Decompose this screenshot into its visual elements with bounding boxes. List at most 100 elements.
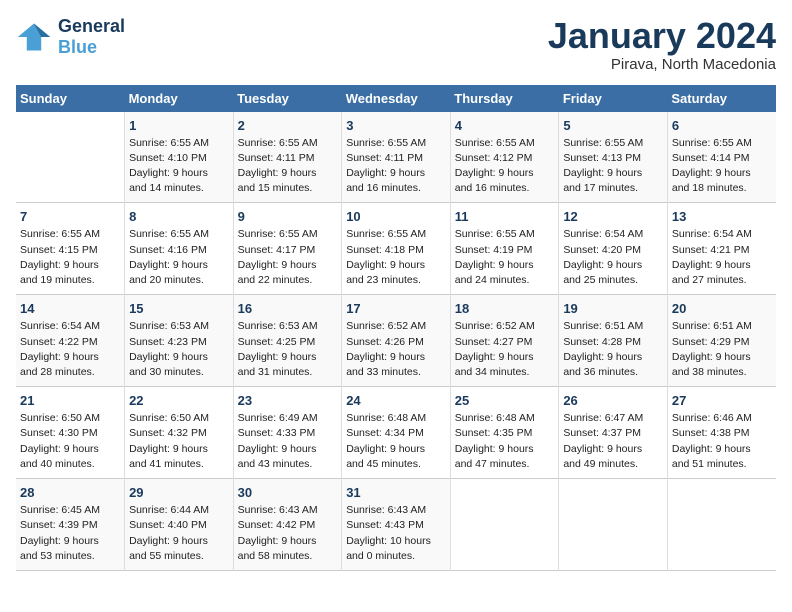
day-number: 7 bbox=[20, 209, 120, 224]
week-row-3: 14Sunrise: 6:54 AM Sunset: 4:22 PM Dayli… bbox=[16, 295, 776, 387]
calendar-cell bbox=[16, 112, 125, 203]
day-details: Sunrise: 6:55 AM Sunset: 4:11 PM Dayligh… bbox=[346, 136, 446, 197]
weekday-header-thursday: Thursday bbox=[450, 85, 559, 112]
day-details: Sunrise: 6:55 AM Sunset: 4:11 PM Dayligh… bbox=[238, 136, 338, 197]
day-details: Sunrise: 6:48 AM Sunset: 4:34 PM Dayligh… bbox=[346, 411, 446, 472]
day-number: 23 bbox=[238, 393, 338, 408]
calendar-cell: 4 Sunrise: 6:55 AM Sunset: 4:12 PM Daylig… bbox=[450, 112, 559, 203]
day-details: Sunrise: 6:55 AM Sunset: 4:18 PM Dayligh… bbox=[346, 227, 446, 288]
day-number: 17 bbox=[346, 301, 446, 316]
day-details: Sunrise: 6:55 AM Sunset: 4:19 PM Dayligh… bbox=[455, 227, 555, 288]
calendar-cell: 17 Sunrise: 6:52 AM Sunset: 4:26 PM Dayli… bbox=[342, 295, 451, 387]
day-number: 10 bbox=[346, 209, 446, 224]
calendar-cell: 7 Sunrise: 6:55 AM Sunset: 4:15 PM Daylig… bbox=[16, 203, 125, 295]
calendar-cell: 1 Sunrise: 6:55 AM Sunset: 4:10 PM Daylig… bbox=[125, 112, 234, 203]
day-number: 27 bbox=[672, 393, 772, 408]
calendar-cell: 25Sunrise: 6:48 AM Sunset: 4:35 PM Dayli… bbox=[450, 387, 559, 479]
calendar-cell: 19 Sunrise: 6:51 AM Sunset: 4:28 PM Dayli… bbox=[559, 295, 668, 387]
calendar-cell bbox=[667, 479, 776, 571]
day-number: 14 bbox=[20, 301, 120, 316]
calendar-cell: 8Sunrise: 6:55 AM Sunset: 4:16 PM Daylig… bbox=[125, 203, 234, 295]
day-details: Sunrise: 6:55 AM Sunset: 4:13 PM Dayligh… bbox=[563, 136, 663, 197]
page-header: General Blue January 2024 Pirava, North … bbox=[16, 16, 776, 73]
day-details: Sunrise: 6:43 AM Sunset: 4:42 PM Dayligh… bbox=[238, 503, 338, 564]
calendar-cell: 6Sunrise: 6:55 AM Sunset: 4:14 PM Daylig… bbox=[667, 112, 776, 203]
day-details: Sunrise: 6:54 AM Sunset: 4:21 PM Dayligh… bbox=[672, 227, 772, 288]
day-number: 9 bbox=[238, 209, 338, 224]
day-number: 4 bbox=[455, 118, 555, 133]
day-number: 12 bbox=[563, 209, 663, 224]
weekday-header-sunday: Sunday bbox=[16, 85, 125, 112]
day-details: Sunrise: 6:48 AM Sunset: 4:35 PM Dayligh… bbox=[455, 411, 555, 472]
calendar-cell: 31 Sunrise: 6:43 AM Sunset: 4:43 PM Dayli… bbox=[342, 479, 451, 571]
week-row-4: 21 Sunrise: 6:50 AM Sunset: 4:30 PM Dayli… bbox=[16, 387, 776, 479]
day-details: Sunrise: 6:50 AM Sunset: 4:32 PM Dayligh… bbox=[129, 411, 229, 472]
day-details: Sunrise: 6:53 AM Sunset: 4:25 PM Dayligh… bbox=[238, 319, 338, 380]
day-details: Sunrise: 6:55 AM Sunset: 4:17 PM Dayligh… bbox=[238, 227, 338, 288]
logo: General Blue bbox=[16, 16, 125, 58]
day-number: 5 bbox=[563, 118, 663, 133]
day-number: 29 bbox=[129, 485, 229, 500]
day-number: 3 bbox=[346, 118, 446, 133]
calendar-cell: 21 Sunrise: 6:50 AM Sunset: 4:30 PM Dayli… bbox=[16, 387, 125, 479]
calendar-cell: 2 Sunrise: 6:55 AM Sunset: 4:11 PM Daylig… bbox=[233, 112, 342, 203]
calendar-cell: 30 Sunrise: 6:43 AM Sunset: 4:42 PM Dayli… bbox=[233, 479, 342, 571]
day-details: Sunrise: 6:55 AM Sunset: 4:10 PM Dayligh… bbox=[129, 136, 229, 197]
weekday-header-saturday: Saturday bbox=[667, 85, 776, 112]
day-number: 2 bbox=[238, 118, 338, 133]
calendar-cell: 11 Sunrise: 6:55 AM Sunset: 4:19 PM Dayli… bbox=[450, 203, 559, 295]
day-number: 19 bbox=[563, 301, 663, 316]
day-details: Sunrise: 6:52 AM Sunset: 4:27 PM Dayligh… bbox=[455, 319, 555, 380]
day-details: Sunrise: 6:53 AM Sunset: 4:23 PM Dayligh… bbox=[129, 319, 229, 380]
weekday-header-tuesday: Tuesday bbox=[233, 85, 342, 112]
location-subtitle: Pirava, North Macedonia bbox=[548, 56, 776, 73]
calendar-cell: 22 Sunrise: 6:50 AM Sunset: 4:32 PM Dayli… bbox=[125, 387, 234, 479]
day-details: Sunrise: 6:45 AM Sunset: 4:39 PM Dayligh… bbox=[20, 503, 120, 564]
day-number: 30 bbox=[238, 485, 338, 500]
day-number: 1 bbox=[129, 118, 229, 133]
calendar-cell: 29 Sunrise: 6:44 AM Sunset: 4:40 PM Dayli… bbox=[125, 479, 234, 571]
day-number: 15 bbox=[129, 301, 229, 316]
day-number: 31 bbox=[346, 485, 446, 500]
calendar-cell bbox=[450, 479, 559, 571]
day-details: Sunrise: 6:55 AM Sunset: 4:15 PM Dayligh… bbox=[20, 227, 120, 288]
day-details: Sunrise: 6:46 AM Sunset: 4:38 PM Dayligh… bbox=[672, 411, 772, 472]
day-number: 22 bbox=[129, 393, 229, 408]
month-title: January 2024 bbox=[548, 16, 776, 56]
calendar-cell: 27 Sunrise: 6:46 AM Sunset: 4:38 PM Dayli… bbox=[667, 387, 776, 479]
calendar-cell: 20Sunrise: 6:51 AM Sunset: 4:29 PM Dayli… bbox=[667, 295, 776, 387]
calendar-cell: 26Sunrise: 6:47 AM Sunset: 4:37 PM Dayli… bbox=[559, 387, 668, 479]
weekday-header-monday: Monday bbox=[125, 85, 234, 112]
calendar-cell: 28 Sunrise: 6:45 AM Sunset: 4:39 PM Dayli… bbox=[16, 479, 125, 571]
day-details: Sunrise: 6:55 AM Sunset: 4:12 PM Dayligh… bbox=[455, 136, 555, 197]
calendar-cell: 15 Sunrise: 6:53 AM Sunset: 4:23 PM Dayli… bbox=[125, 295, 234, 387]
calendar-cell: 10 Sunrise: 6:55 AM Sunset: 4:18 PM Dayli… bbox=[342, 203, 451, 295]
day-number: 20 bbox=[672, 301, 772, 316]
calendar-header: SundayMondayTuesdayWednesdayThursdayFrid… bbox=[16, 85, 776, 112]
calendar-cell: 12Sunrise: 6:54 AM Sunset: 4:20 PM Dayli… bbox=[559, 203, 668, 295]
day-details: Sunrise: 6:55 AM Sunset: 4:14 PM Dayligh… bbox=[672, 136, 772, 197]
calendar-cell: 5 Sunrise: 6:55 AM Sunset: 4:13 PM Daylig… bbox=[559, 112, 668, 203]
day-number: 8 bbox=[129, 209, 229, 224]
week-row-5: 28 Sunrise: 6:45 AM Sunset: 4:39 PM Dayli… bbox=[16, 479, 776, 571]
day-details: Sunrise: 6:43 AM Sunset: 4:43 PM Dayligh… bbox=[346, 503, 446, 564]
day-number: 18 bbox=[455, 301, 555, 316]
day-details: Sunrise: 6:44 AM Sunset: 4:40 PM Dayligh… bbox=[129, 503, 229, 564]
day-number: 13 bbox=[672, 209, 772, 224]
day-details: Sunrise: 6:49 AM Sunset: 4:33 PM Dayligh… bbox=[238, 411, 338, 472]
calendar-cell: 9 Sunrise: 6:55 AM Sunset: 4:17 PM Daylig… bbox=[233, 203, 342, 295]
calendar-cell: 14Sunrise: 6:54 AM Sunset: 4:22 PM Dayli… bbox=[16, 295, 125, 387]
title-block: January 2024 Pirava, North Macedonia bbox=[548, 16, 776, 73]
weekday-header-friday: Friday bbox=[559, 85, 668, 112]
day-details: Sunrise: 6:52 AM Sunset: 4:26 PM Dayligh… bbox=[346, 319, 446, 380]
day-details: Sunrise: 6:51 AM Sunset: 4:28 PM Dayligh… bbox=[563, 319, 663, 380]
weekday-header-wednesday: Wednesday bbox=[342, 85, 451, 112]
calendar-cell: 13 Sunrise: 6:54 AM Sunset: 4:21 PM Dayli… bbox=[667, 203, 776, 295]
week-row-1: 1 Sunrise: 6:55 AM Sunset: 4:10 PM Daylig… bbox=[16, 112, 776, 203]
day-number: 11 bbox=[455, 209, 555, 224]
day-number: 21 bbox=[20, 393, 120, 408]
day-details: Sunrise: 6:50 AM Sunset: 4:30 PM Dayligh… bbox=[20, 411, 120, 472]
logo-icon bbox=[16, 19, 52, 55]
logo-text: General Blue bbox=[58, 16, 125, 58]
day-number: 28 bbox=[20, 485, 120, 500]
